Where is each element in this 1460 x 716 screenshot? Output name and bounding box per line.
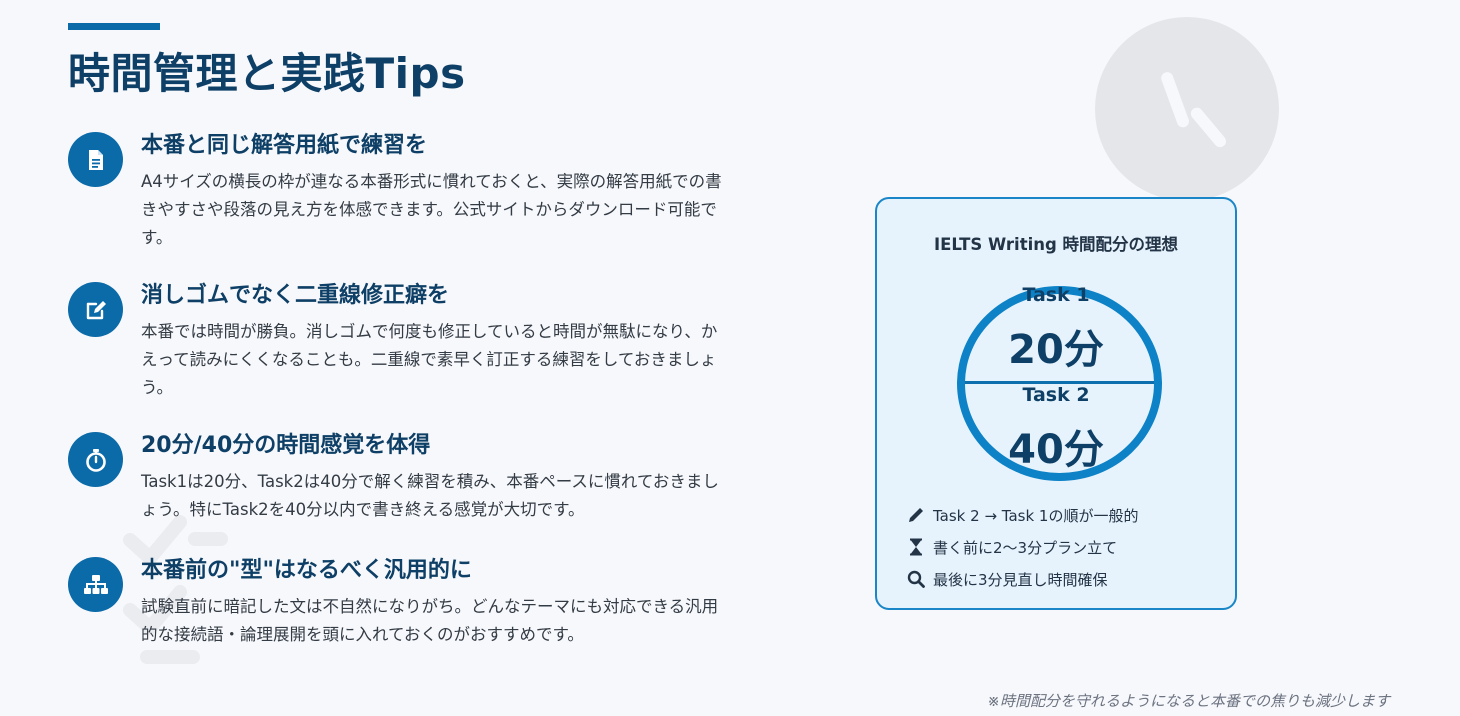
clock-icon <box>1095 17 1279 201</box>
search-icon <box>905 568 927 590</box>
footnote: ※時間配分を守れるようになると本番での焦りも減少します <box>987 692 1390 710</box>
task1-label: Task 1 <box>1022 284 1090 306</box>
pencil-icon <box>905 504 927 526</box>
card-title: IELTS Writing 時間配分の理想 <box>933 235 1179 254</box>
hourglass-icon <box>905 536 927 558</box>
tip-title: 20分/40分の時間感覚を体得 <box>141 433 431 458</box>
sitemap-icon <box>68 557 123 612</box>
clock-minute-hand <box>1188 105 1229 150</box>
tip-description: Task1は20分、Task2は40分で解く練習を積み、本番ペースに慣れておきま… <box>141 472 719 519</box>
task2-time: 40分 <box>1008 427 1104 473</box>
list-item-text: 最後に3分見直し時間確保 <box>933 570 1108 589</box>
tip-description: 本番では時間が勝負。消しゴムで何度も修正していると時間が無駄になり、かえって読み… <box>141 322 718 397</box>
edit-icon <box>68 282 123 337</box>
tip-title: 消しゴムでなく二重線修正癖を <box>141 283 450 308</box>
document-icon <box>68 132 123 187</box>
tip-title: 本番前の"型"はなるべく汎用的に <box>141 558 472 583</box>
page-title: 時間管理と実践Tips <box>68 49 466 98</box>
list-item-text: 書く前に2〜3分プラン立て <box>933 538 1118 557</box>
list-item: Task 2 → Task 1の順が一般的 <box>905 499 1138 531</box>
title-accent-bar <box>68 23 160 30</box>
list-item: 最後に3分見直し時間確保 <box>905 563 1138 595</box>
tip-description: 試験直前に暗記した文は不自然になりがち。どんなテーマにも対応できる汎用的な接続語… <box>141 597 719 644</box>
stopwatch-icon <box>68 432 123 487</box>
time-allocation-card: IELTS Writing 時間配分の理想 Task 1 20分 Task 2 … <box>875 197 1237 610</box>
clock-hour-hand <box>1159 70 1191 130</box>
task2-label: Task 2 <box>1022 384 1090 406</box>
tip-title: 本番と同じ解答用紙で練習を <box>141 133 428 158</box>
list-item-text: Task 2 → Task 1の順が一般的 <box>933 506 1139 525</box>
card-tips-list: Task 2 → Task 1の順が一般的 書く前に2〜3分プラン立て 最後に3… <box>905 499 1138 595</box>
list-item: 書く前に2〜3分プラン立て <box>905 531 1138 563</box>
tip-description: A4サイズの横長の枠が連なる本番形式に慣れておくと、実際の解答用紙での書きやすさ… <box>141 172 722 247</box>
task1-time: 20分 <box>1008 327 1104 373</box>
